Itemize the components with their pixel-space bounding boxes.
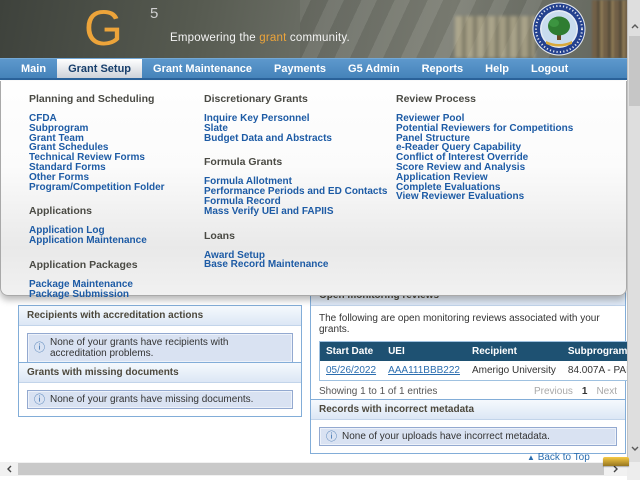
tagline-prefix: Empowering the <box>170 32 259 44</box>
nav-item-logout[interactable]: Logout <box>520 59 579 78</box>
menu-link-mass-verify-uei-fapiis[interactable]: Mass Verify UEI and FAPIIS <box>204 207 392 217</box>
menu-section-review-process: Review Process Reviewer Pool Potential R… <box>396 93 622 202</box>
monitoring-reviews-table: Start Date UEI Recipient Subprogram 05/2… <box>319 341 640 381</box>
panel-title: Records with incorrect metadata <box>311 400 625 420</box>
banner-bookshelf-right <box>592 0 628 58</box>
menu-section-header: Application Packages <box>29 259 197 271</box>
table-row: 05/26/2022 AAA111BBB222 Amerigo Universi… <box>320 361 640 381</box>
column-header-start-date[interactable]: Start Date <box>320 342 383 362</box>
panel-records-incorrect-metadata: Records with incorrect metadata ⓘ None o… <box>310 399 626 454</box>
menu-section-discretionary-grants: Discretionary Grants Inquire Key Personn… <box>204 93 392 143</box>
menu-section-formula-grants: Formula Grants Formula Allotment Perform… <box>204 156 392 216</box>
grant-setup-mega-menu: Planning and Scheduling CFDA Subprogram … <box>0 81 627 296</box>
menu-section-header: Applications <box>29 205 197 217</box>
g5-logo-superscript: 5 <box>150 5 158 22</box>
nav-item-grant-setup[interactable]: Grant Setup <box>57 59 142 78</box>
menu-column-grants: Discretionary Grants Inquire Key Personn… <box>204 93 392 283</box>
recipient-cell: Amerigo University <box>466 361 562 381</box>
menu-link-budget-data-and-abstracts[interactable]: Budget Data and Abstracts <box>204 134 392 144</box>
nav-item-main[interactable]: Main <box>10 59 57 78</box>
info-icon: ⓘ <box>326 432 337 442</box>
info-icon: ⓘ <box>34 395 45 405</box>
menu-section-header: Loans <box>204 230 392 242</box>
vertical-scrollbar-thumb[interactable] <box>629 36 640 106</box>
menu-link-application-maintenance[interactable]: Application Maintenance <box>29 236 197 246</box>
panel-grants-missing-documents: Grants with missing documents ⓘ None of … <box>18 362 302 417</box>
scroll-left-icon[interactable] <box>2 462 16 476</box>
banner-bookshelf-left <box>455 16 535 58</box>
column-header-recipient[interactable]: Recipient <box>466 342 562 362</box>
info-alert: ⓘ None of your grants have recipients wi… <box>27 333 293 363</box>
monitoring-intro-text: The following are open monitoring review… <box>319 313 617 335</box>
nav-item-payments[interactable]: Payments <box>263 59 337 78</box>
pagination-next[interactable]: Next <box>596 386 617 397</box>
banner-tagline: Empowering the grant community. <box>170 32 350 44</box>
vertical-scrollbar[interactable] <box>627 0 640 462</box>
showing-entries-text: Showing 1 to 1 of 1 entries <box>319 386 437 397</box>
menu-section-header: Formula Grants <box>204 156 392 168</box>
alert-message: None of your grants have recipients with… <box>50 337 286 359</box>
menu-link-base-record-maintenance[interactable]: Base Record Maintenance <box>204 260 392 270</box>
nav-item-help[interactable]: Help <box>474 59 520 78</box>
pagination-previous[interactable]: Previous <box>534 386 573 397</box>
floating-widget-partial[interactable] <box>603 457 629 466</box>
g5-application-window: G 5 Empowering the grant community. Main… <box>0 0 640 480</box>
panel-open-monitoring-reviews: Open monitoring reviews The following ar… <box>310 285 626 405</box>
menu-link-program-competition-folder[interactable]: Program/Competition Folder <box>29 183 197 193</box>
panel-title: Grants with missing documents <box>19 363 301 383</box>
tagline-suffix: community. <box>287 32 350 44</box>
menu-link-view-reviewer-evaluations[interactable]: View Reviewer Evaluations <box>396 192 622 202</box>
menu-section-header: Discretionary Grants <box>204 93 392 105</box>
info-alert: ⓘ None of your uploads have incorrect me… <box>319 427 617 446</box>
menu-section-header: Review Process <box>396 93 622 105</box>
pagination: Previous 1 Next <box>534 386 617 397</box>
up-triangle-icon: ▲ <box>527 453 535 462</box>
alert-message: None of your uploads have incorrect meta… <box>342 431 550 442</box>
horizontal-scrollbar-thumb[interactable] <box>18 463 604 475</box>
column-header-uei[interactable]: UEI <box>382 342 466 362</box>
menu-section-planning-and-scheduling: Planning and Scheduling CFDA Subprogram … <box>29 93 197 192</box>
scroll-down-icon[interactable] <box>629 442 640 454</box>
nav-item-g5-admin[interactable]: G5 Admin <box>337 59 411 78</box>
menu-column-review: Review Process Reviewer Pool Potential R… <box>396 93 622 215</box>
main-navigation-bar: Main Grant Setup Grant Maintenance Payme… <box>0 58 627 80</box>
info-icon: ⓘ <box>34 343 45 353</box>
g5-logo: G <box>84 0 121 56</box>
pagination-current-page[interactable]: 1 <box>582 386 588 397</box>
header-banner: G 5 Empowering the grant community. <box>0 0 640 58</box>
menu-section-header: Planning and Scheduling <box>29 93 197 105</box>
start-date-link[interactable]: 05/26/2022 <box>326 365 376 376</box>
menu-section-applications: Applications Application Log Application… <box>29 205 197 246</box>
info-alert: ⓘ None of your grants have missing docum… <box>27 390 293 409</box>
nav-item-reports[interactable]: Reports <box>411 59 475 78</box>
department-of-education-seal-icon <box>532 2 586 56</box>
menu-section-loans: Loans Award Setup Base Record Maintenanc… <box>204 230 392 271</box>
menu-column-planning: Planning and Scheduling CFDA Subprogram … <box>29 93 197 313</box>
tagline-grant-highlight: grant <box>259 32 286 44</box>
alert-message: None of your grants have missing documen… <box>50 394 253 405</box>
menu-section-application-packages: Application Packages Package Maintenance… <box>29 259 197 300</box>
scroll-up-icon[interactable] <box>629 20 640 32</box>
menu-link-inquire-key-personnel[interactable]: Inquire Key Personnel <box>204 114 392 124</box>
nav-item-grant-maintenance[interactable]: Grant Maintenance <box>142 59 263 78</box>
horizontal-scrollbar[interactable] <box>0 462 627 476</box>
menu-link-package-submission[interactable]: Package Submission <box>29 290 197 300</box>
uei-link[interactable]: AAA111BBB222 <box>388 365 460 376</box>
